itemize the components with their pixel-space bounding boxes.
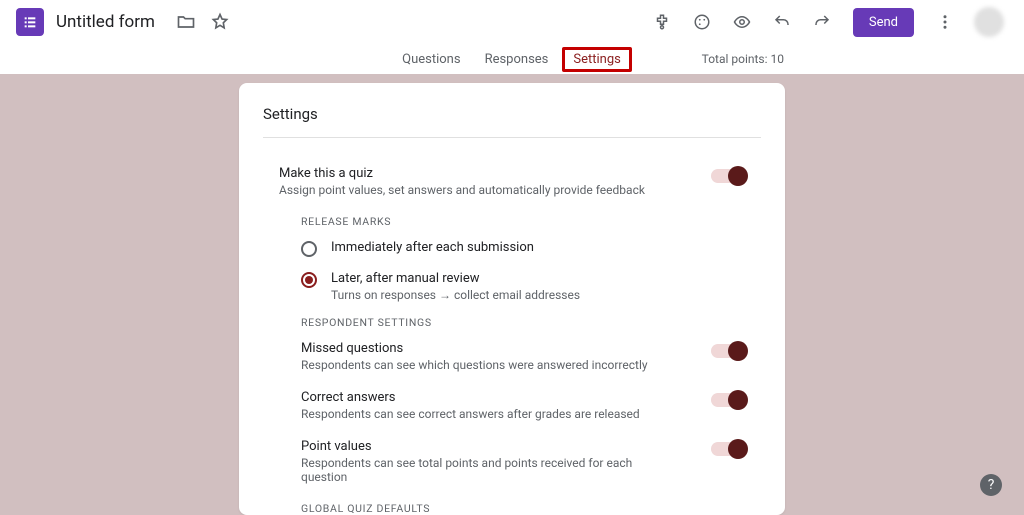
help-icon[interactable]: ? xyxy=(980,474,1002,496)
undo-icon[interactable] xyxy=(765,5,799,39)
correct-title: Correct answers xyxy=(301,390,640,405)
quiz-toggle[interactable] xyxy=(711,169,745,183)
tab-responses[interactable]: Responses xyxy=(475,48,559,71)
customize-theme-icon[interactable] xyxy=(685,5,719,39)
settings-title: Settings xyxy=(263,105,761,123)
addons-icon[interactable] xyxy=(645,5,679,39)
total-points-label: Total points: 10 xyxy=(702,52,784,66)
release-marks-header: RELEASE MARKS xyxy=(263,215,761,228)
points-sub: Respondents can see total points and poi… xyxy=(301,456,665,484)
move-to-folder-icon[interactable] xyxy=(169,5,203,39)
content: Settings Make this a quiz Assign point v… xyxy=(0,74,1024,515)
points-row: Point values Respondents can see total p… xyxy=(263,439,761,484)
correct-toggle[interactable] xyxy=(711,393,745,407)
header: Untitled form Send xyxy=(0,0,1024,74)
radio-selected-icon xyxy=(301,272,317,288)
tab-settings[interactable]: Settings xyxy=(562,47,631,72)
quiz-row: Make this a quiz Assign point values, se… xyxy=(263,166,761,197)
correct-row: Correct answers Respondents can see corr… xyxy=(263,390,761,421)
redo-icon[interactable] xyxy=(805,5,839,39)
forms-logo[interactable] xyxy=(16,8,44,36)
send-button[interactable]: Send xyxy=(853,8,914,37)
more-icon[interactable] xyxy=(928,5,962,39)
release-immediate-row[interactable]: Immediately after each submission xyxy=(263,240,761,257)
release-later-row[interactable]: Later, after manual review Turns on resp… xyxy=(263,271,761,302)
global-quiz-header: GLOBAL QUIZ DEFAULTS xyxy=(263,502,761,515)
topbar: Untitled form Send xyxy=(0,0,1024,44)
release-opt1-label: Immediately after each submission xyxy=(331,240,534,255)
release-opt2-sub: Turns on responses → collect email addre… xyxy=(331,288,580,302)
star-icon[interactable] xyxy=(203,5,237,39)
preview-icon[interactable] xyxy=(725,5,759,39)
quiz-sub: Assign point values, set answers and aut… xyxy=(279,183,645,197)
missed-row: Missed questions Respondents can see whi… xyxy=(263,341,761,372)
correct-sub: Respondents can see correct answers afte… xyxy=(301,407,640,421)
tab-questions[interactable]: Questions xyxy=(392,48,470,71)
respondent-settings-header: RESPONDENT SETTINGS xyxy=(263,316,761,329)
form-title[interactable]: Untitled form xyxy=(56,12,155,32)
tab-row: Questions Responses Settings Total point… xyxy=(0,44,1024,74)
settings-card: Settings Make this a quiz Assign point v… xyxy=(239,83,785,515)
radio-icon xyxy=(301,241,317,257)
release-opt2-title: Later, after manual review xyxy=(331,271,580,286)
points-toggle[interactable] xyxy=(711,442,745,456)
divider xyxy=(263,137,761,138)
points-title: Point values xyxy=(301,439,665,454)
missed-title: Missed questions xyxy=(301,341,648,356)
missed-toggle[interactable] xyxy=(711,344,745,358)
missed-sub: Respondents can see which questions were… xyxy=(301,358,648,372)
toolbar-right: Send xyxy=(645,5,1004,39)
forms-icon xyxy=(22,14,38,30)
avatar[interactable] xyxy=(974,7,1004,37)
quiz-title: Make this a quiz xyxy=(279,166,645,181)
